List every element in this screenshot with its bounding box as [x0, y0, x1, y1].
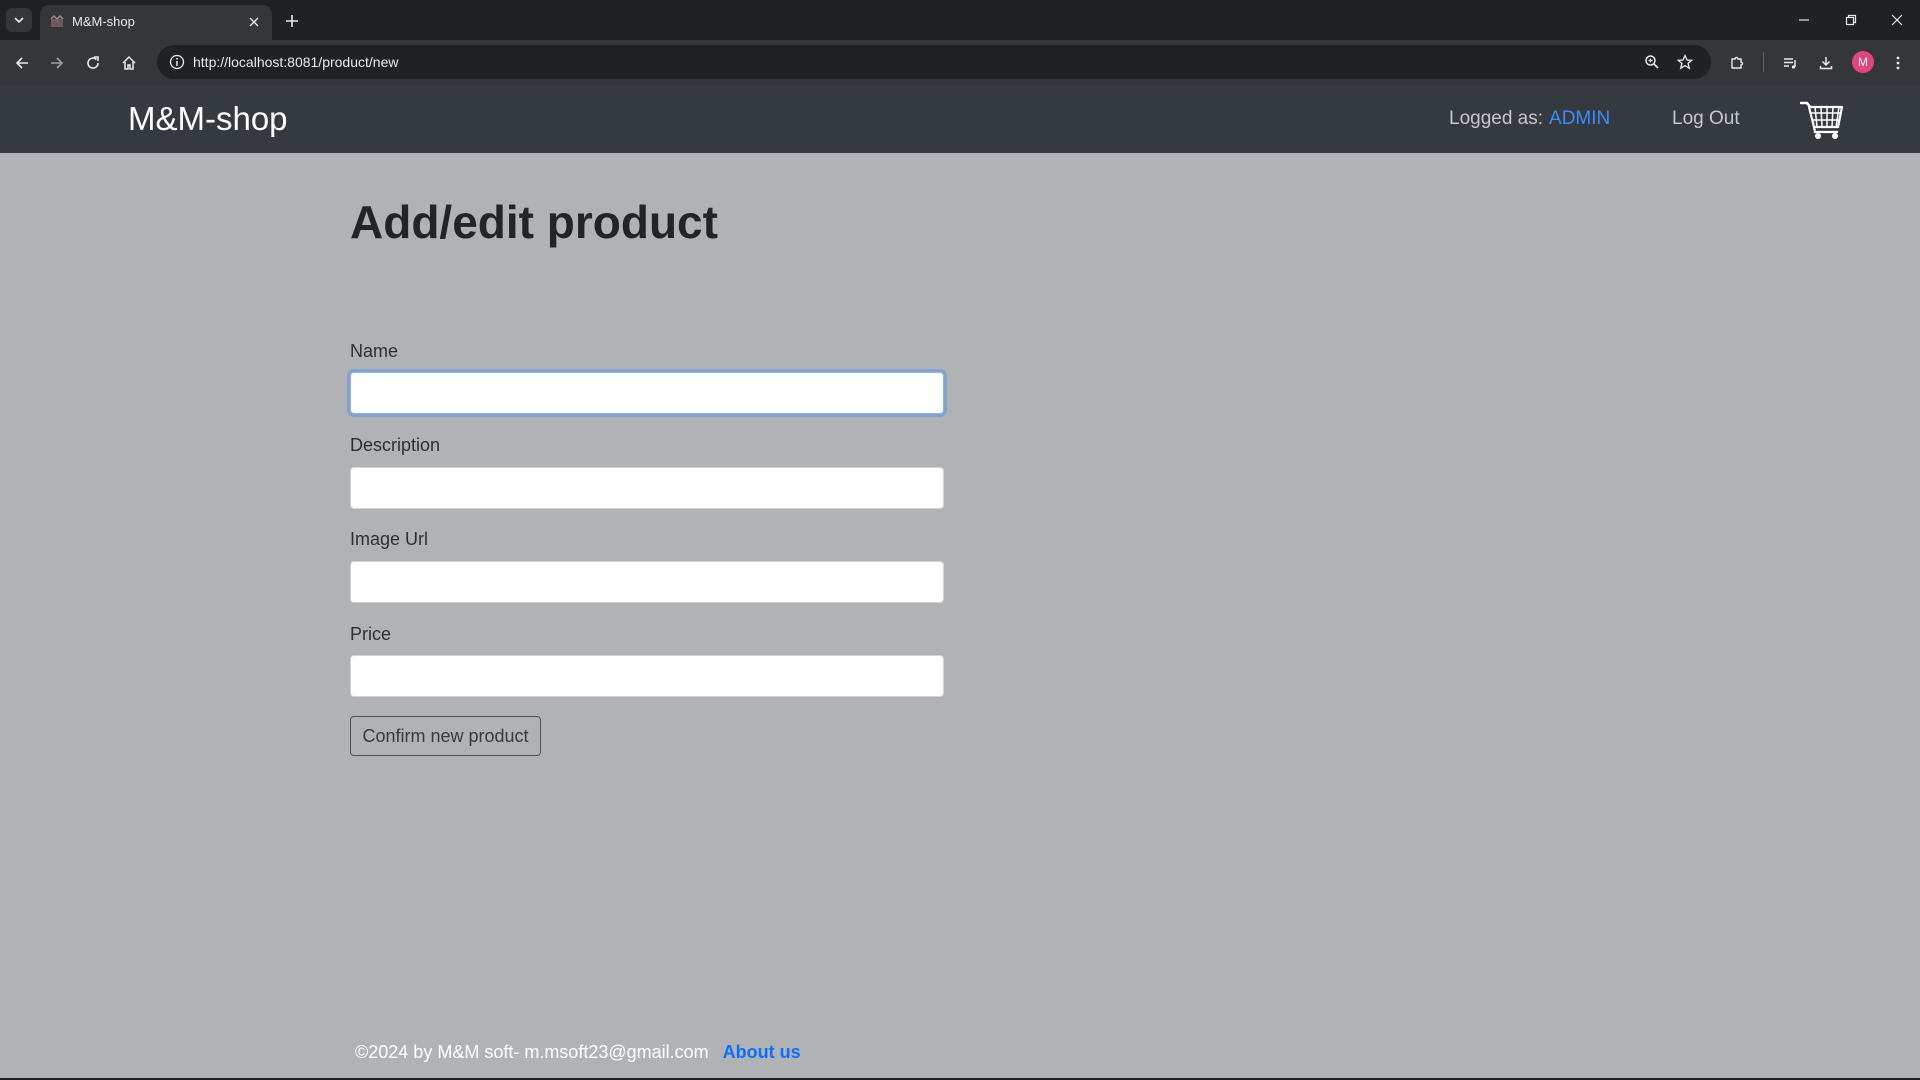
name-input[interactable] [350, 372, 944, 414]
new-tab-button[interactable] [280, 9, 304, 33]
media-control-button[interactable] [1775, 48, 1805, 78]
profile-avatar[interactable]: M [1852, 51, 1874, 73]
image-url-input[interactable] [350, 561, 944, 603]
brand-link[interactable]: M&M-shop [128, 100, 288, 138]
puzzle-icon [1731, 56, 1744, 69]
page-viewport: M&M-shop Logged as: ADMIN Log Out Add/edi… [0, 85, 1920, 1078]
browser-tab-strip: M&M-shop [0, 0, 1920, 40]
chevron-down-icon [14, 17, 24, 24]
logged-as-label: Logged as: [1449, 108, 1544, 129]
downloads-button[interactable] [1811, 48, 1841, 78]
logout-link[interactable]: Log Out [1672, 108, 1740, 130]
tab-search-button[interactable] [6, 8, 32, 32]
arrow-right-icon [51, 57, 64, 69]
url-text[interactable]: http://localhost:8081/product/new [193, 54, 398, 70]
tab-title: M&M-shop [72, 14, 135, 29]
site-info-icon[interactable] [165, 50, 189, 74]
extensions-button[interactable] [1722, 48, 1752, 78]
more-vertical-icon [1896, 56, 1900, 70]
footer-copyright: ©2024 by M&M soft- m.msoft23@gmail.com [355, 1042, 709, 1062]
toolbar-separator [1763, 52, 1764, 72]
price-label: Price [350, 624, 392, 644]
home-icon [122, 55, 136, 70]
reload-icon [87, 56, 99, 69]
username-link[interactable]: ADMIN [1549, 108, 1610, 129]
image-url-label: Image Url [350, 529, 429, 549]
browser-menu-button[interactable] [1883, 48, 1913, 78]
site-favicon-icon [50, 14, 64, 27]
shopping-cart-icon[interactable] [1800, 99, 1844, 141]
browser-tab-active[interactable]: M&M-shop [40, 5, 272, 40]
close-window-button[interactable] [1880, 5, 1914, 35]
reload-button[interactable] [78, 48, 108, 78]
name-label: Name [350, 341, 399, 361]
download-icon [1819, 57, 1833, 70]
arrow-left-icon [15, 57, 28, 69]
browser-toolbar: http://localhost:8081/product/new M [0, 40, 1920, 85]
page-title: Add/edit product [350, 196, 718, 248]
site-navbar: M&M-shop Logged as: ADMIN Log Out [0, 85, 1920, 153]
price-input[interactable] [350, 655, 944, 697]
minimize-icon [1799, 19, 1809, 21]
playlist-icon [1784, 58, 1796, 69]
logged-as-status: Logged as: ADMIN [1449, 108, 1610, 130]
bookmark-star-icon[interactable] [1673, 50, 1697, 74]
minimize-window-button[interactable] [1787, 5, 1821, 35]
about-us-link[interactable]: About us [723, 1042, 801, 1062]
description-input[interactable] [350, 467, 944, 509]
home-button[interactable] [114, 48, 144, 78]
restore-window-button[interactable] [1834, 5, 1868, 35]
plus-icon [286, 15, 298, 27]
description-label: Description [350, 435, 441, 455]
address-bar[interactable]: http://localhost:8081/product/new [157, 45, 1711, 79]
zoom-icon[interactable] [1640, 50, 1664, 74]
close-icon [1891, 14, 1903, 26]
back-button[interactable] [7, 48, 37, 78]
site-footer: ©2024 by M&M soft- m.msoft23@gmail.com Ab… [355, 1042, 801, 1063]
restore-icon [1845, 14, 1857, 26]
confirm-new-product-button[interactable]: Confirm new product [350, 716, 541, 756]
tab-close-icon[interactable] [244, 12, 264, 32]
forward-button[interactable] [42, 48, 72, 78]
